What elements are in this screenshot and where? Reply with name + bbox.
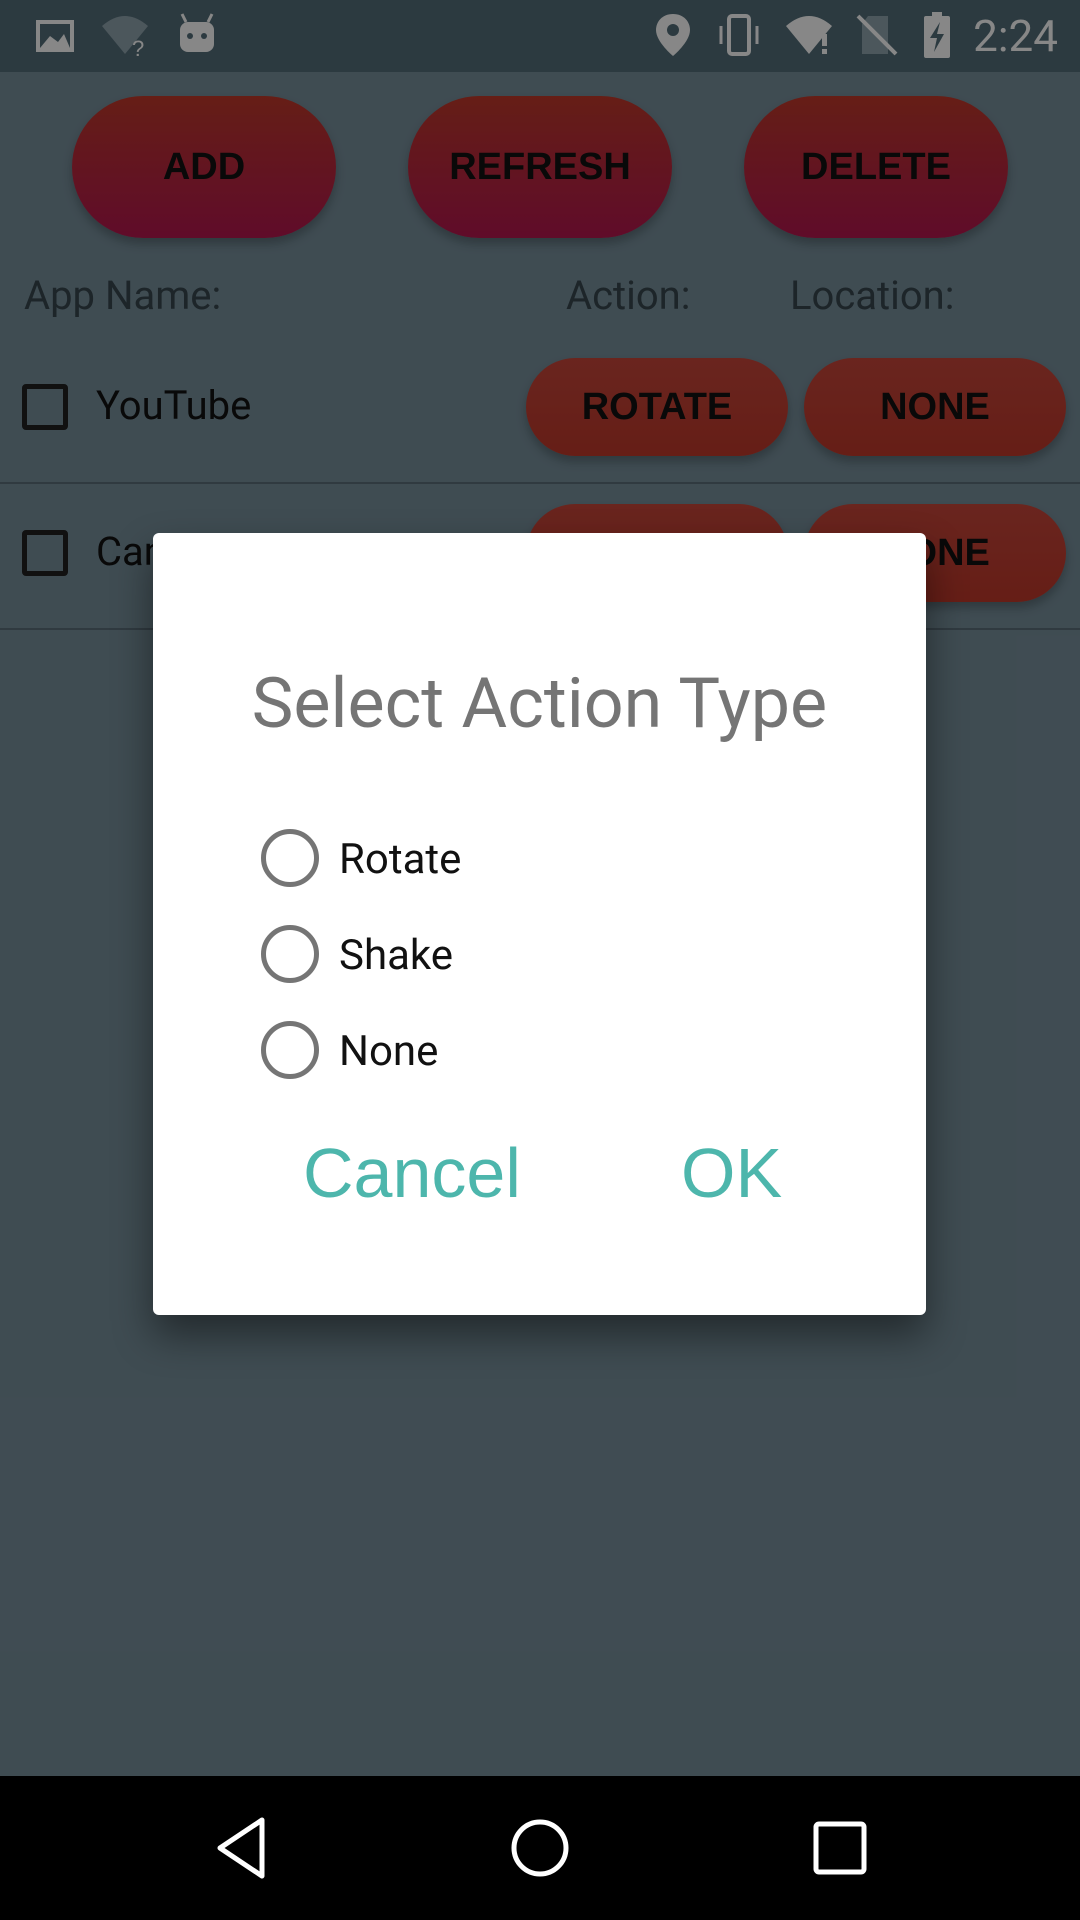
recents-icon[interactable] (812, 1816, 868, 1880)
navigation-bar (0, 1776, 1080, 1920)
option-label: Shake (339, 931, 454, 980)
option-label: None (339, 1027, 439, 1076)
radio-icon[interactable] (261, 925, 319, 983)
home-icon[interactable] (510, 1816, 570, 1880)
option-label: Rotate (339, 835, 462, 884)
dialog-title: Select Action Type (251, 663, 828, 745)
cancel-button[interactable]: Cancel (303, 1133, 521, 1213)
radio-icon[interactable] (261, 829, 319, 887)
ok-button[interactable]: OK (681, 1133, 782, 1213)
select-action-dialog: Select Action Type Rotate Shake None Can… (153, 533, 926, 1315)
back-icon[interactable] (214, 1816, 268, 1880)
radio-icon[interactable] (261, 1021, 319, 1079)
